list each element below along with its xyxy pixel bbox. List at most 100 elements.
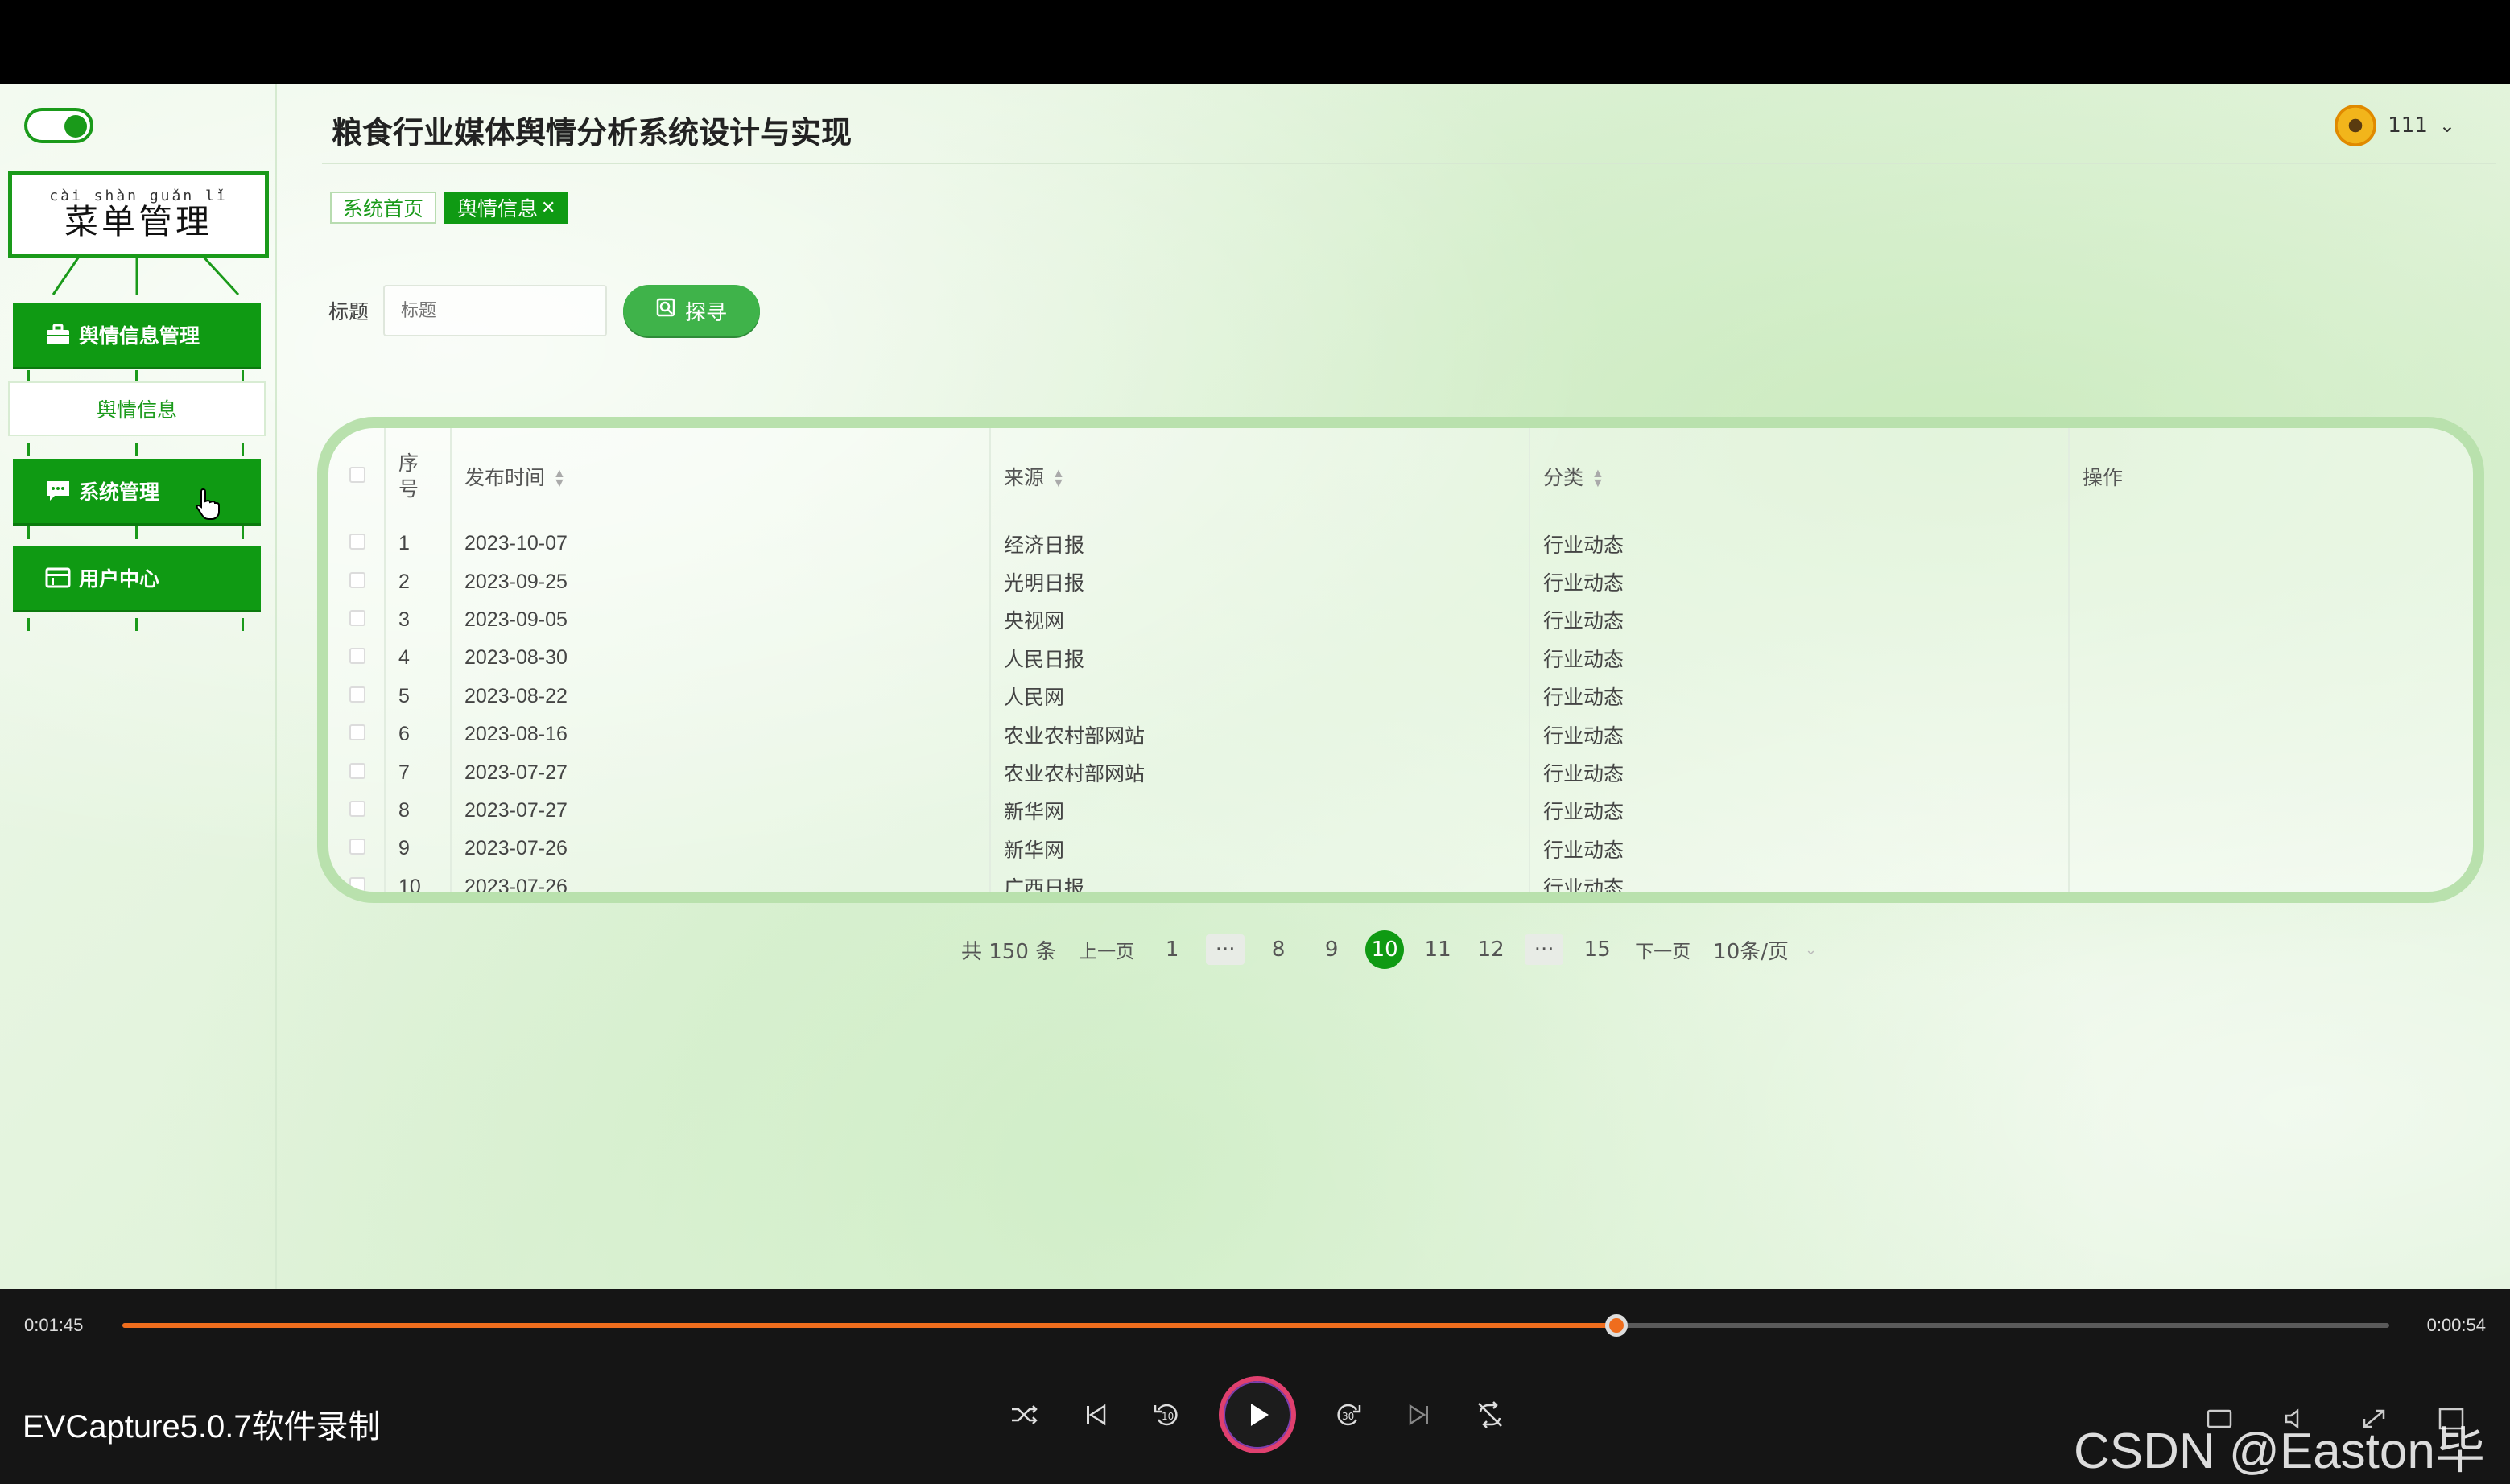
elapsed-time: 0:01:45 xyxy=(24,1315,84,1335)
row-checkbox[interactable] xyxy=(349,839,365,855)
remaining-time: 0:00:54 xyxy=(2426,1315,2486,1335)
column-header-source[interactable]: 来源 ▲ ▼ xyxy=(990,428,1530,525)
row-checkbox[interactable] xyxy=(349,876,365,892)
row-select-cell xyxy=(336,525,386,563)
table-row[interactable]: 6 2023-08-16 农业农村部网站 行业动态 xyxy=(336,715,2473,754)
column-header-actions: 操作 xyxy=(2069,428,2473,525)
cell-actions xyxy=(2069,792,2473,830)
video-top-letterbox xyxy=(0,0,2510,84)
close-icon[interactable]: ✕ xyxy=(541,198,555,218)
tab-home[interactable]: 系统首页 xyxy=(330,192,437,224)
tab-public-opinion[interactable]: 舆情信息 ✕ xyxy=(444,192,569,224)
play-button[interactable] xyxy=(1219,1376,1296,1453)
cell-no: 9 xyxy=(385,830,452,868)
cell-date: 2023-08-30 xyxy=(451,639,991,678)
row-checkbox[interactable] xyxy=(349,571,365,588)
seek-bar[interactable] xyxy=(122,1314,2389,1337)
sort-icon[interactable]: ▲ ▼ xyxy=(1591,468,1604,490)
sidebar-item-public-opinion[interactable]: 舆情信息 xyxy=(8,381,266,436)
table-row[interactable]: 7 2023-07-27 农业农村部网站 行业动态 xyxy=(336,753,2473,792)
cell-category: 行业动态 xyxy=(1530,639,2070,678)
sidebar-item-public-opinion-management[interactable]: 舆情信息管理 xyxy=(13,303,261,367)
cell-no: 7 xyxy=(385,753,452,792)
column-header-category[interactable]: 分类 ▲ ▼ xyxy=(1530,428,2070,525)
row-checkbox[interactable] xyxy=(349,724,365,741)
sort-icon[interactable]: ▲ ▼ xyxy=(553,468,566,490)
search-input[interactable] xyxy=(383,285,608,336)
pagination-prev[interactable]: 上一页 xyxy=(1079,936,1134,963)
row-checkbox[interactable] xyxy=(349,800,365,817)
watermark: CSDN @Easton毕设 xyxy=(2074,1424,2485,1479)
pagination: 共 150 条 上一页 1 ··· 8 9 10 11 12 ··· 15 下一页 10条/页 … xyxy=(950,930,1828,969)
select-all-checkbox[interactable] xyxy=(349,466,365,483)
menu-board: cài shàn guǎn lǐ 菜单管理 xyxy=(8,171,269,258)
repeat-off-icon[interactable] xyxy=(1472,1396,1509,1433)
cell-date: 2023-07-27 xyxy=(451,753,991,792)
cell-date: 2023-07-26 xyxy=(451,830,991,868)
cell-source: 光明日报 xyxy=(990,563,1530,601)
column-header-date[interactable]: 发布时间 ▲ ▼ xyxy=(451,428,991,525)
menu-ticks xyxy=(0,618,277,631)
tab-label: 舆情信息 xyxy=(457,197,539,221)
forward-30-icon[interactable]: 30 xyxy=(1330,1396,1367,1433)
table-row[interactable]: 2 2023-09-25 光明日报 行业动态 xyxy=(336,563,2473,601)
sidebar-item-user-center[interactable]: 用户中心 xyxy=(13,546,261,610)
row-select-cell xyxy=(336,563,386,601)
menu-board-title: 菜单管理 xyxy=(64,202,213,241)
avatar[interactable] xyxy=(2335,105,2377,146)
sort-icon[interactable]: ▲ ▼ xyxy=(1052,468,1065,490)
video-player-bar: 0:01:45 0:00:54 EVCapture5.0.7软件录制 10 30… xyxy=(0,1289,2510,1484)
header: 粮食行业媒体舆情分析系统设计与实现 111 ⌄ xyxy=(322,84,2496,164)
next-track-icon[interactable] xyxy=(1401,1396,1438,1433)
row-checkbox[interactable] xyxy=(349,648,365,665)
cell-source: 经济日报 xyxy=(990,525,1530,563)
pagination-page[interactable]: 11 xyxy=(1418,930,1457,969)
table-row[interactable]: 9 2023-07-26 新华网 行业动态 xyxy=(336,830,2473,868)
pagination-ellipsis[interactable]: ··· xyxy=(1206,934,1245,965)
table-row[interactable]: 3 2023-09-05 央视网 行业动态 xyxy=(336,600,2473,640)
search-button[interactable]: 探寻 xyxy=(623,285,761,336)
pointer-cursor-icon xyxy=(196,488,221,525)
table-row[interactable]: 8 2023-07-27 新华网 行业动态 xyxy=(336,791,2473,831)
row-checkbox[interactable] xyxy=(349,762,365,779)
chevron-down-icon: ⌄ xyxy=(2438,114,2455,137)
pagination-page[interactable]: 8 xyxy=(1259,930,1298,969)
cell-category: 行业动态 xyxy=(1530,563,2070,601)
table-row[interactable]: 5 2023-08-22 人民网 行业动态 xyxy=(336,677,2473,715)
row-checkbox[interactable] xyxy=(349,534,365,550)
sidebar-item-label: 系统管理 xyxy=(79,480,160,504)
seek-bar-handle[interactable] xyxy=(1604,1314,1628,1337)
row-select-cell xyxy=(336,600,386,640)
table-row[interactable]: 4 2023-08-30 人民日报 行业动态 xyxy=(336,639,2473,678)
previous-track-icon[interactable] xyxy=(1077,1396,1114,1433)
cell-category: 行业动态 xyxy=(1530,791,2070,831)
pagination-page[interactable]: 15 xyxy=(1578,930,1616,969)
row-checkbox[interactable] xyxy=(349,609,365,626)
breadcrumb: 系统首页 舆情信息 ✕ xyxy=(330,192,569,224)
pagination-ellipsis[interactable]: ··· xyxy=(1525,934,1564,965)
pagination-next[interactable]: 下一页 xyxy=(1635,936,1691,963)
table-header-row: 序号 发布时间 ▲ ▼ 来源 ▲ ▼ 分类 ▲ ▼ 操作 xyxy=(336,428,2473,525)
recording-caption: EVCapture5.0.7软件录制 xyxy=(23,1409,381,1445)
cell-actions xyxy=(2069,678,2473,715)
shuffle-icon[interactable] xyxy=(1006,1396,1043,1433)
pagination-page[interactable]: 12 xyxy=(1472,930,1510,969)
cell-no: 5 xyxy=(385,677,452,715)
table-row[interactable]: 10 2023-07-26 广西日报 行业动态 xyxy=(336,868,2473,892)
cell-source: 新华网 xyxy=(990,830,1530,868)
sidebar-toggle[interactable] xyxy=(24,108,93,143)
chat-icon xyxy=(45,480,71,502)
table-row[interactable]: 1 2023-10-07 经济日报 行业动态 xyxy=(336,525,2473,563)
rewind-10-icon[interactable]: 10 xyxy=(1148,1396,1185,1433)
seek-bar-progress xyxy=(122,1323,1616,1328)
chevron-down-icon: ⌄ xyxy=(1805,941,1818,958)
user-menu[interactable]: 111 ⌄ xyxy=(2335,105,2455,146)
cell-no: 4 xyxy=(385,639,452,678)
pagination-page[interactable]: 9 xyxy=(1312,930,1351,969)
page-size-select[interactable]: 10条/页 ⌄ xyxy=(1713,935,1817,965)
sidebar-item-system-management[interactable]: 系统管理 xyxy=(13,459,261,523)
pagination-page[interactable]: 1 xyxy=(1153,930,1191,969)
pagination-page[interactable]: 10 xyxy=(1365,930,1405,969)
cell-actions xyxy=(2069,715,2473,753)
row-checkbox[interactable] xyxy=(349,686,365,703)
